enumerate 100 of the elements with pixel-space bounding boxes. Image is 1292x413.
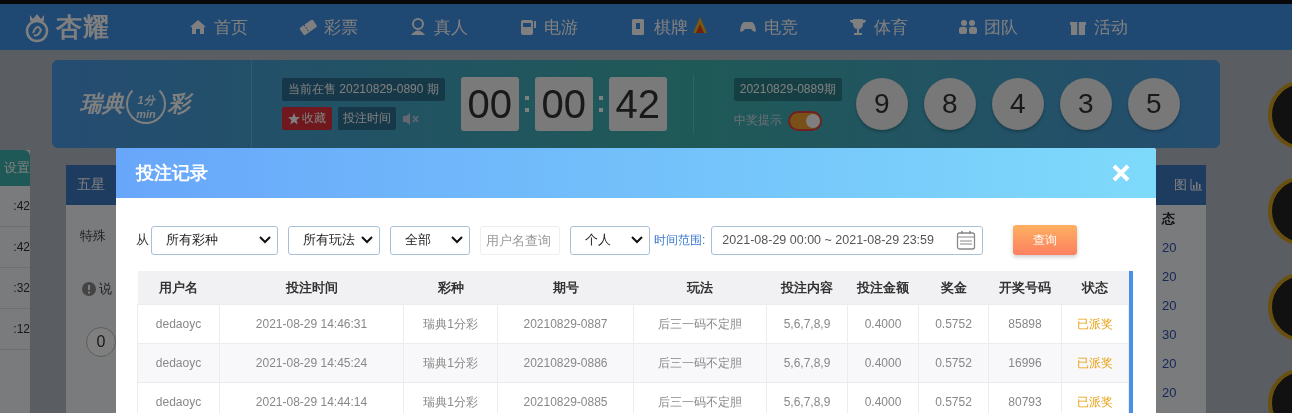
column-header: 玩法: [633, 271, 767, 305]
table-cell: 瑞典1分彩: [403, 343, 498, 383]
scrollbar[interactable]: [1129, 271, 1133, 413]
medal-icon: [1268, 80, 1292, 150]
timer-text: :42: [13, 240, 30, 254]
table-cell: 85898: [988, 304, 1062, 344]
nav-link[interactable]: 电游: [518, 15, 628, 39]
nav-link[interactable]: 团队: [958, 15, 1068, 39]
modal-title: 投注记录: [136, 162, 208, 185]
chevron-down-icon: [451, 236, 463, 244]
chevron-down-icon: [361, 236, 373, 244]
nav-link[interactable]: 首页: [188, 15, 298, 39]
trend-value: 20: [1161, 268, 1178, 286]
status-text: 已派奖: [1061, 343, 1129, 383]
trend-value: 20: [1161, 297, 1178, 315]
dropdown[interactable]: 个人: [570, 225, 650, 255]
nav-link[interactable]: 体育: [848, 15, 958, 39]
close-icon[interactable]: [1112, 164, 1130, 182]
column-header: 开奖号码: [988, 271, 1062, 305]
date-range-field[interactable]: 2021-08-29 00:00 ~ 2021-08-29 23:59: [711, 225, 984, 255]
table-cell: 2021-08-29 14:46:31: [219, 304, 404, 344]
table-cell: 0.5752: [918, 343, 989, 383]
nav-link[interactable]: 彩票: [298, 15, 408, 39]
search-button[interactable]: 查询: [1013, 225, 1078, 255]
result-ball: 5: [1127, 78, 1180, 130]
calendar-icon: [956, 230, 977, 250]
side-panel-title: 设置: [0, 150, 30, 186]
info-icon: [82, 282, 96, 296]
medal-icon: [1268, 272, 1292, 342]
trend-value: 20: [1161, 355, 1178, 373]
countdown-digit: 00: [460, 77, 519, 131]
table-cell: dedaoyc: [137, 382, 220, 413]
table-cell: 16996: [988, 343, 1062, 383]
timer-text: :12: [13, 322, 30, 336]
column-header: 投注时间: [219, 271, 404, 305]
nav-link[interactable]: 棋牌: [628, 15, 738, 39]
column-header: 投注金额: [847, 271, 919, 305]
medal-icon: [1268, 176, 1292, 246]
result-ball: 9: [855, 78, 908, 130]
from-label: 从: [136, 231, 149, 249]
table-cell: 瑞典1分彩: [403, 304, 498, 344]
table-cell: 0.4000: [847, 304, 919, 344]
trend-value: 20: [1161, 384, 1178, 402]
timer-text: :32: [13, 281, 30, 295]
chevron-down-icon: [259, 236, 271, 244]
result-ball: 3: [1059, 78, 1112, 130]
dropdown[interactable]: 所有玩法: [288, 225, 380, 255]
column-header: 奖金: [918, 271, 989, 305]
trend-value: 20: [1161, 239, 1178, 257]
star-icon: [288, 112, 300, 125]
countdown-digit: 00: [534, 77, 593, 131]
trophy-icon: [848, 17, 868, 37]
home-icon: [188, 17, 208, 37]
status-text: 已派奖: [1061, 304, 1129, 344]
username-field[interactable]: 用户名查询: [480, 225, 560, 255]
win-alert-label: 中奖提示: [733, 112, 782, 129]
table-cell: dedaoyc: [137, 343, 220, 383]
table-cell: 20210829-0886: [497, 343, 634, 383]
nav-link[interactable]: 活动: [1068, 15, 1178, 39]
column-header: 彩种: [403, 271, 498, 305]
table-cell: 2021-08-29 14:45:24: [219, 343, 404, 383]
trend-header: 图: [1174, 176, 1187, 194]
nav-link[interactable]: 电竞: [738, 15, 848, 39]
dealer-icon: [408, 17, 428, 37]
trend-value: 30: [1161, 326, 1178, 344]
lottery-logo-text: 瑞典: [80, 90, 124, 118]
timer-text: :42: [13, 199, 30, 213]
table-cell: 20210829-0887: [497, 304, 634, 344]
slot-machine-icon: [518, 17, 538, 37]
win-alert-toggle[interactable]: [787, 110, 822, 131]
colon-icon: [524, 93, 529, 115]
table-cell: 5,6,7,8,9: [766, 343, 848, 383]
team-icon: [958, 17, 978, 37]
table-cell: dedaoyc: [137, 304, 220, 344]
table-cell: 后三一码不定胆: [633, 343, 767, 383]
countdown-digit: 42: [608, 77, 667, 131]
table-cell: 0.5752: [918, 304, 989, 344]
time-range-label: 时间范围:: [654, 231, 706, 249]
play-tab[interactable]: 五星: [66, 165, 116, 205]
table-cell: 后三一码不定胆: [633, 304, 767, 344]
colon-icon: [598, 93, 603, 115]
result-ball: 8: [923, 78, 976, 130]
chevron-down-icon: [631, 236, 643, 244]
dropdown[interactable]: 所有彩种: [151, 225, 278, 255]
favorite-button[interactable]: 收藏: [282, 107, 332, 130]
dropdown[interactable]: 全部: [390, 225, 470, 255]
column-header: 状态: [1061, 271, 1129, 305]
column-header: 用户名: [137, 271, 220, 305]
logo-text[interactable]: 杏耀: [56, 9, 110, 45]
nav-link[interactable]: 真人: [408, 15, 518, 39]
note-text: 说: [99, 280, 112, 298]
column-header: 态: [1160, 210, 1176, 228]
table-cell: 0.4000: [847, 343, 919, 383]
bar-chart-icon: [1190, 179, 1202, 191]
table-cell: 5,6,7,8,9: [766, 304, 848, 344]
result-ball: 4: [991, 78, 1044, 130]
column-header: 期号: [497, 271, 634, 305]
column-header: 投注内容: [766, 271, 848, 305]
number-ball[interactable]: 0: [86, 327, 116, 357]
row-label: 特殊: [80, 227, 106, 245]
